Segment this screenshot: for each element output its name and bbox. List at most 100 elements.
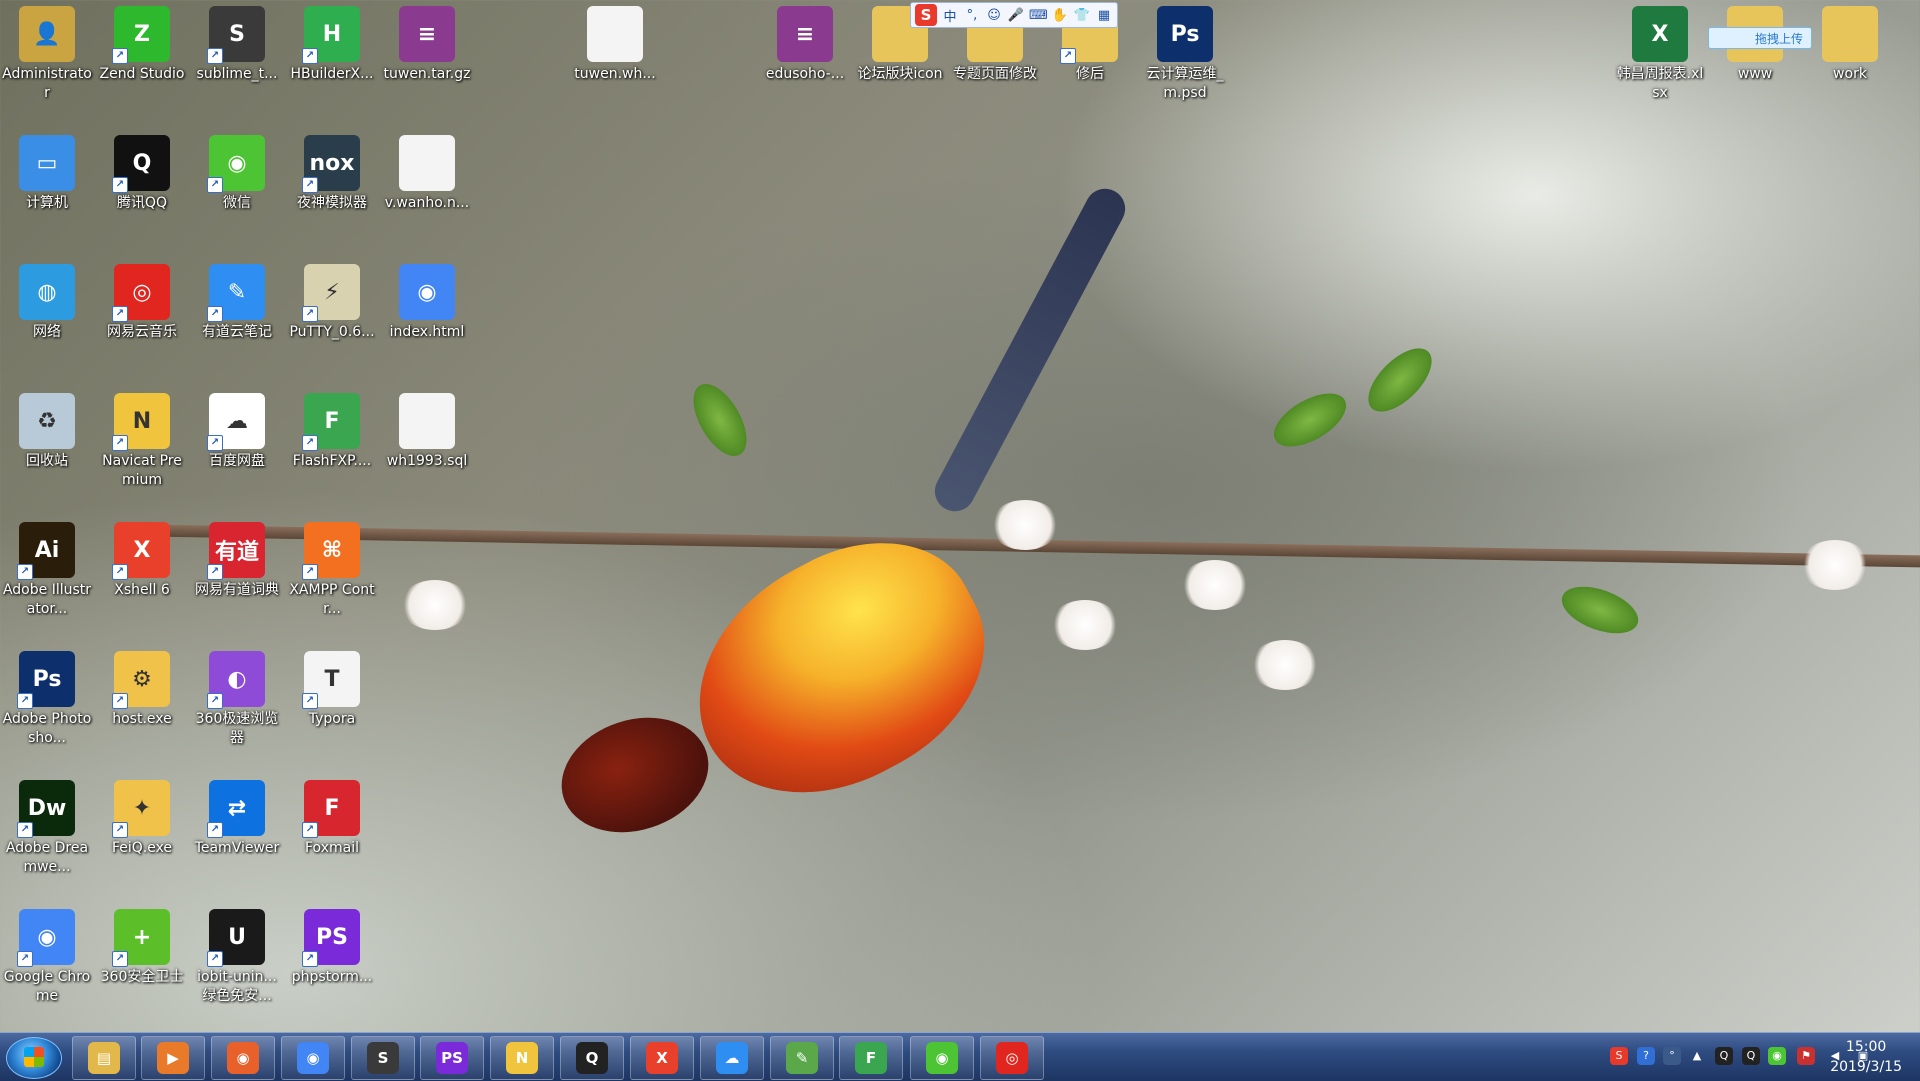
wallpaper-bird-head: [546, 699, 724, 851]
desktop-icon-hanchang[interactable]: X 韩昌周报表.xlsx: [1613, 0, 1707, 103]
desktop-icon-wechat[interactable]: ◉ ↗ 微信: [190, 129, 284, 213]
desktop-icon-xshell[interactable]: X ↗ Xshell 6: [95, 516, 189, 600]
putty-icon-glyph: ⚡: [324, 279, 340, 305]
action-center-flag-icon[interactable]: ⚑: [1797, 1047, 1815, 1065]
ime-toolbar-item[interactable]: ⌨: [1029, 8, 1048, 23]
desktop-icon-zend[interactable]: Z ↗ Zend Studio: [95, 0, 189, 84]
ime-mode-icon[interactable]: °: [1663, 1047, 1681, 1065]
desktop-icon-netease-music[interactable]: ◎ ↗ 网易云音乐: [95, 258, 189, 342]
desktop-icon-tuwen-wh[interactable]: tuwen.wh...: [568, 0, 662, 84]
ime-toolbar-item[interactable]: ▦: [1095, 8, 1113, 23]
desktop-icon-foxmail[interactable]: F ↗ Foxmail: [285, 774, 379, 858]
excel-file-icon: X: [1632, 6, 1688, 62]
nox-player-icon-glyph: nox: [309, 150, 355, 176]
winrar-archive-icon: ≡: [399, 6, 455, 62]
qq-tray-icon-2[interactable]: Q: [1742, 1047, 1760, 1065]
desktop-icon-phpstorm[interactable]: PS ↗ phpstorm...: [285, 903, 379, 987]
desktop-icon-youdao-dict[interactable]: 有道 ↗ 网易有道词典: [190, 516, 284, 600]
desktop-icon-label: Typora: [308, 711, 356, 727]
taskbar-button-baidu[interactable]: ☁: [700, 1036, 764, 1080]
recycle-bin-icon-glyph: ♻: [37, 408, 57, 434]
desktop-icon-network[interactable]: ◍ 网络: [0, 258, 94, 342]
desktop-icon-administrator[interactable]: 👤 Administrator: [0, 0, 94, 103]
upload-badge[interactable]: 拖拽上传: [1708, 27, 1812, 49]
sogou-logo-icon[interactable]: S: [915, 4, 937, 26]
desktop-icon-sublime[interactable]: S ↗ sublime_t...: [190, 0, 284, 84]
taskbar-button-firefox[interactable]: ◉: [211, 1036, 275, 1080]
ime-toolbar-item[interactable]: 🎤: [1007, 8, 1025, 23]
taskbar-button-qq[interactable]: Q: [560, 1036, 624, 1080]
desktop-icon-label: TeamViewer: [194, 840, 280, 856]
ime-toolbar-item[interactable]: 中: [941, 6, 959, 25]
shortcut-arrow-icon: ↗: [17, 822, 33, 838]
blank-file-icon: [399, 393, 455, 449]
taskbar-button-media[interactable]: ▶: [141, 1036, 205, 1080]
desktop-icon-xampp[interactable]: ⌘ ↗ XAMPP Contr...: [285, 516, 379, 619]
desktop-icon-work[interactable]: work: [1803, 0, 1897, 84]
sublime-text-icon: S: [367, 1042, 399, 1074]
desktop-icon-putty[interactable]: ⚡ ↗ PuTTY_0.6...: [285, 258, 379, 342]
notepad-icon: ✎: [786, 1042, 818, 1074]
desktop-icon-dreamweaver[interactable]: Dw ↗ Adobe Dreamwe...: [0, 774, 94, 877]
desktop-icon-baidu-pan[interactable]: ☁ ↗ 百度网盘: [190, 387, 284, 471]
flashfxp-icon: F ↗: [302, 393, 360, 451]
taskbar-button-explorer[interactable]: ▤: [72, 1036, 136, 1080]
desktop-icon-iobit[interactable]: U ↗ iobit-unin... 绿色免安...: [190, 903, 284, 1006]
shortcut-arrow-icon: ↗: [207, 822, 223, 838]
sogou-ime-icon[interactable]: S: [1610, 1047, 1628, 1065]
desktop-icon-typora[interactable]: T ↗ Typora: [285, 645, 379, 729]
desktop-icon-feiq[interactable]: ✦ ↗ FeiQ.exe: [95, 774, 189, 858]
start-button[interactable]: [6, 1037, 62, 1079]
desktop-icon-recycle[interactable]: ♻ 回收站: [0, 387, 94, 471]
desktop-icon-label: 夜神模拟器: [297, 195, 367, 211]
taskbar-button-flashfxp[interactable]: F: [839, 1036, 903, 1080]
wechat-icon: ◉: [926, 1042, 958, 1074]
desktop-icon-navicat[interactable]: N ↗ Navicat Premium: [95, 387, 189, 490]
desktop-icon-cloud-psd[interactable]: Ps 云计算运维_m.psd: [1138, 0, 1232, 103]
desktop-icon-flashfxp[interactable]: F ↗ FlashFXP....: [285, 387, 379, 471]
desktop-icon-hbuilder[interactable]: H ↗ HBuilderX...: [285, 0, 379, 84]
desktop-icon-label: Adobe Photosho...: [2, 711, 92, 746]
ime-toolbar-item[interactable]: 👕: [1073, 8, 1091, 23]
xshell-icon: X ↗: [112, 522, 170, 580]
desktop-icon-tuwen-tar[interactable]: ≡ tuwen.tar.gz: [380, 0, 474, 84]
taskbar-button-xshell[interactable]: X: [630, 1036, 694, 1080]
ime-toolbar-item[interactable]: ✋: [1051, 8, 1069, 23]
taskbar-button-phpstorm[interactable]: PS: [420, 1036, 484, 1080]
qq-tray-icon[interactable]: Q: [1715, 1047, 1733, 1065]
desktop-icon-edusoho[interactable]: ≡ edusoho-...: [758, 0, 852, 84]
taskbar-button-wechat[interactable]: ◉: [910, 1036, 974, 1080]
netease-music-icon: ◎: [996, 1042, 1028, 1074]
taskbar-button-chrome[interactable]: ◉: [281, 1036, 345, 1080]
desktop-icon-browser360[interactable]: ◐ ↗ 360极速浏览器: [190, 645, 284, 748]
taskbar-button-netease[interactable]: ◎: [980, 1036, 1044, 1080]
desktop-icon-nox[interactable]: nox ↗ 夜神模拟器: [285, 129, 379, 213]
wallpaper-bird-tail: [927, 181, 1133, 519]
desktop-icon-chrome[interactable]: ◉ ↗ Google Chrome: [0, 903, 94, 1006]
taskbar-button-sublime[interactable]: S: [351, 1036, 415, 1080]
wechat-tray-icon[interactable]: ◉: [1768, 1047, 1786, 1065]
desktop-icon-teamviewer[interactable]: ⇄ ↗ TeamViewer: [190, 774, 284, 858]
shortcut-arrow-icon: ↗: [302, 951, 318, 967]
desktop-icon-computer[interactable]: ▭ 计算机: [0, 129, 94, 213]
desktop-icon-host[interactable]: ⚙ ↗ host.exe: [95, 645, 189, 729]
help-icon[interactable]: ?: [1637, 1047, 1655, 1065]
ime-toolbar-item[interactable]: ☺: [985, 8, 1003, 23]
desktop-icon-illustrator[interactable]: Ai ↗ Adobe Illustrator...: [0, 516, 94, 619]
desktop-icon-photoshop[interactable]: Ps ↗ Adobe Photosho...: [0, 645, 94, 748]
chevron-up-icon[interactable]: ▲: [1688, 1047, 1706, 1065]
desktop-icon-wh1993[interactable]: wh1993.sql: [380, 387, 474, 471]
taskbar-button-notepad[interactable]: ✎: [770, 1036, 834, 1080]
ime-toolbar[interactable]: S 中 °, ☺ 🎤 ⌨ ✋ 👕 ▦: [910, 2, 1118, 28]
desktop-icon-index-html[interactable]: ◉ index.html: [380, 258, 474, 342]
clock[interactable]: 15:00 2019/3/15: [1830, 1037, 1902, 1077]
desktop-icon-youdao-note[interactable]: ✎ ↗ 有道云笔记: [190, 258, 284, 342]
shortcut-arrow-icon: ↗: [302, 48, 318, 64]
typora-icon: T ↗: [302, 651, 360, 709]
desktop-icon-label: www: [1737, 66, 1773, 82]
desktop-icon-safe360[interactable]: + ↗ 360安全卫士: [95, 903, 189, 987]
ime-toolbar-item[interactable]: °,: [963, 8, 981, 23]
taskbar-button-navicat[interactable]: N: [490, 1036, 554, 1080]
desktop-icon-vwanho[interactable]: v.wanho.n...: [380, 129, 474, 213]
desktop-icon-qq[interactable]: Q ↗ 腾讯QQ: [95, 129, 189, 213]
